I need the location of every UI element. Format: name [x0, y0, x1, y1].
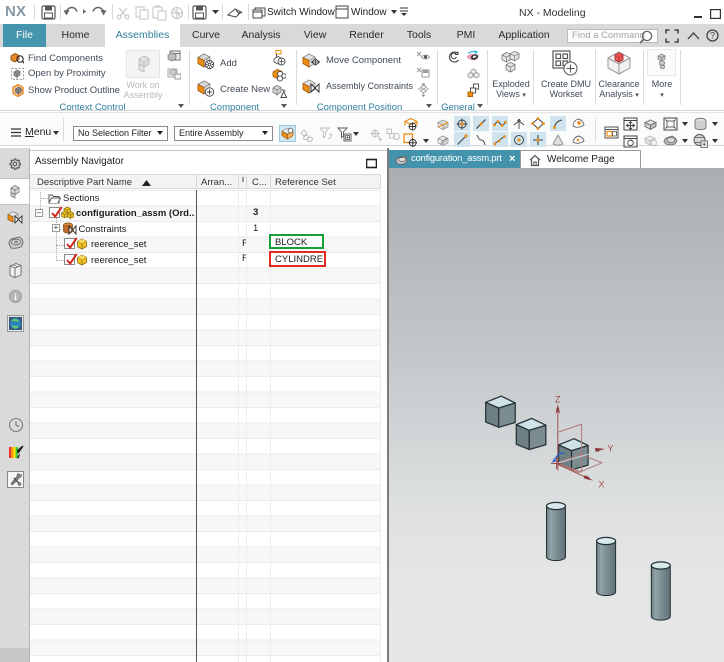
svg-text:X: X [599, 480, 605, 490]
svg-text:?: ? [710, 31, 715, 41]
svg-text:Z: Z [555, 395, 561, 405]
svg-text:Y: Y [608, 444, 614, 454]
